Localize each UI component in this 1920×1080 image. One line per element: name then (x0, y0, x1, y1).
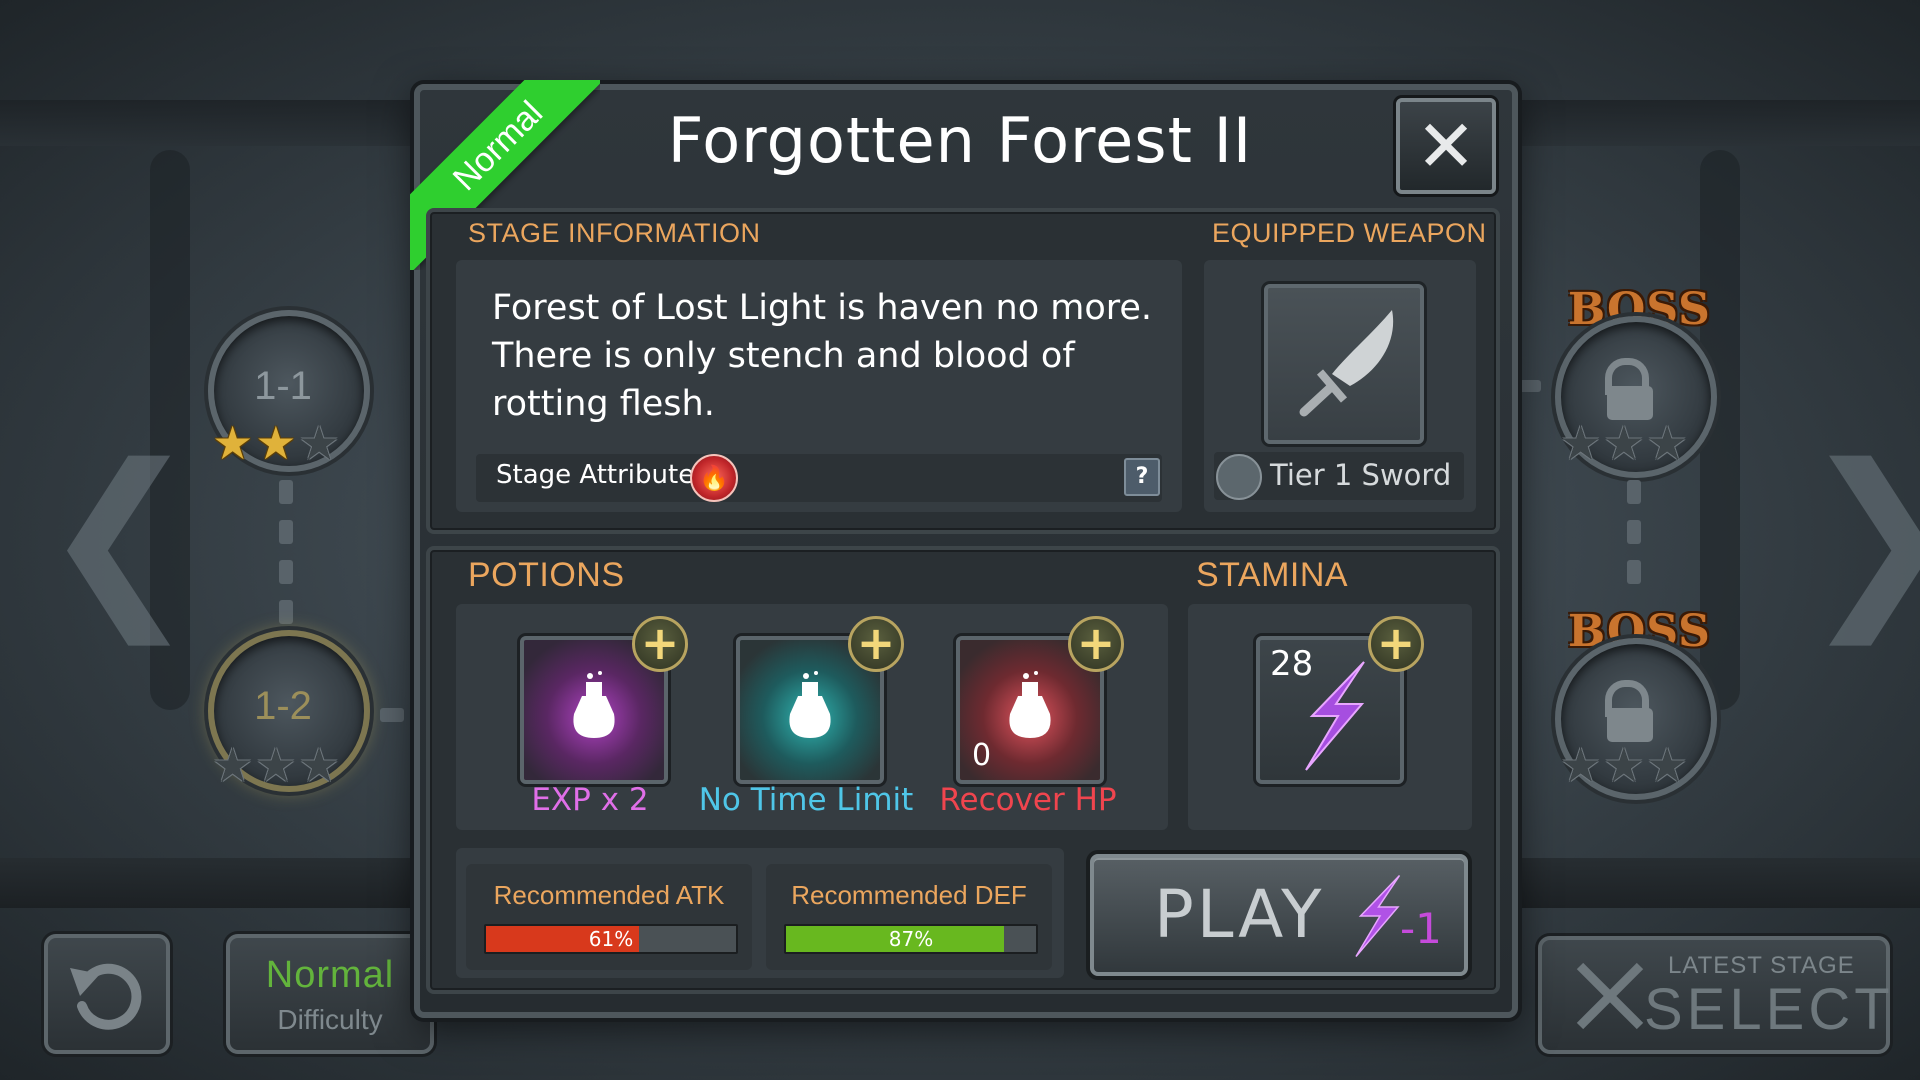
lock-body (1607, 386, 1653, 420)
difficulty-label: Difficulty (277, 1004, 383, 1035)
anvil-icon (1216, 454, 1262, 500)
latest-stage-select-button[interactable]: LATEST STAGE SELECT (1538, 936, 1890, 1054)
path-dash (279, 560, 293, 584)
path-dash (1515, 380, 1541, 392)
stage-description: Forest of Lost Light is haven no more. T… (492, 284, 1172, 428)
star-icon: ★ (1603, 416, 1645, 470)
add-hp-potion-button[interactable]: + (1068, 616, 1124, 672)
add-stamina-button[interactable]: + (1368, 616, 1424, 672)
add-exp-potion-button[interactable]: + (632, 616, 688, 672)
path-dash (279, 600, 293, 624)
play-stamina-cost: -1 (1400, 904, 1442, 953)
description-line: There is only stench and blood of (492, 336, 1075, 376)
path-dash (279, 480, 293, 504)
star-icon: ★ (1560, 738, 1602, 792)
dialog-title: Forgotten Forest II (667, 104, 1253, 177)
description-line: rotting flesh. (492, 384, 715, 424)
sword-icon (1299, 310, 1394, 417)
add-time-potion-button[interactable]: + (848, 616, 904, 672)
lock-body (1607, 708, 1653, 742)
refresh-button[interactable] (44, 934, 170, 1054)
recommended-def-label: Recommended DEF (791, 880, 1027, 910)
play-button[interactable]: PLAY -1 (1090, 854, 1468, 976)
difficulty-value: Normal (265, 954, 395, 996)
stage-info-heading: STAGE INFORMATION (468, 218, 761, 248)
boss-stars-2: ★ ★ ★ (1560, 742, 1688, 788)
refresh-icon (70, 963, 142, 1030)
close-button[interactable]: ✕ (1396, 98, 1496, 194)
lightning-icon (1305, 661, 1365, 771)
star-icon: ★ (255, 738, 297, 792)
lightning-icon (1355, 874, 1401, 957)
stage-node-label: 1-1 (254, 364, 312, 408)
star-icon: ★ (255, 416, 297, 470)
select-label: SELECT (1644, 977, 1894, 1042)
star-icon: ★ (1603, 738, 1645, 792)
prev-page-arrow[interactable]: ❮ (40, 440, 199, 630)
stamina-heading: STAMINA (1196, 556, 1349, 594)
star-icon: ★ (298, 416, 340, 470)
potion-time-label: No Time Limit (698, 782, 914, 818)
star-icon: ★ (1646, 738, 1688, 792)
star-icon: ★ (212, 416, 254, 470)
potion-flask-icon (789, 671, 831, 738)
boss-stars-1: ★ ★ ★ (1560, 420, 1688, 466)
stage-stars-1-1: ★ ★ ★ (212, 420, 340, 466)
stage-node-label: 1-2 (254, 684, 312, 728)
stage-attribute-label: Stage Attribute (496, 460, 695, 490)
equipped-weapon-heading: EQUIPPED WEAPON (1212, 218, 1487, 248)
potion-exp-label: EXP x 2 (531, 782, 649, 818)
weapon-slot[interactable] (1264, 284, 1424, 444)
potions-heading: POTIONS (468, 556, 625, 594)
crossed-swords-icon (1576, 962, 1644, 1030)
path-dash (1627, 480, 1641, 504)
path-dash (279, 520, 293, 544)
star-icon: ★ (1560, 416, 1602, 470)
close-icon: ✕ (1415, 104, 1477, 188)
recommended-def-percent: 87% (888, 927, 934, 951)
weapon-name: Tier 1 Sword (1270, 458, 1452, 492)
path-dash (1627, 560, 1641, 584)
path-dash (1627, 520, 1641, 544)
stage-stars-1-2: ★ ★ ★ (212, 742, 340, 788)
star-icon: ★ (1646, 416, 1688, 470)
description-line: Forest of Lost Light is haven no more. (492, 288, 1153, 328)
star-icon: ★ (298, 738, 340, 792)
potion-flask-icon (573, 671, 615, 738)
fire-icon: 🔥 (690, 454, 738, 502)
recommended-atk-bar: 61% (484, 924, 738, 954)
star-icon: ★ (212, 738, 254, 792)
potion-hp-label: Recover HP (939, 782, 1117, 818)
potion-flask-icon (1009, 671, 1051, 738)
next-page-arrow[interactable]: ❯ (1800, 440, 1920, 630)
difficulty-button[interactable]: Normal Difficulty (226, 934, 434, 1054)
recommended-def-bar: 87% (784, 924, 1038, 954)
help-button[interactable]: ? (1124, 458, 1160, 496)
potion-hp-count: 0 (972, 738, 992, 773)
play-label: PLAY (1154, 876, 1325, 953)
recommended-atk-label: Recommended ATK (493, 880, 725, 910)
recommended-atk-percent: 61% (588, 927, 634, 951)
path-dash (380, 708, 404, 722)
